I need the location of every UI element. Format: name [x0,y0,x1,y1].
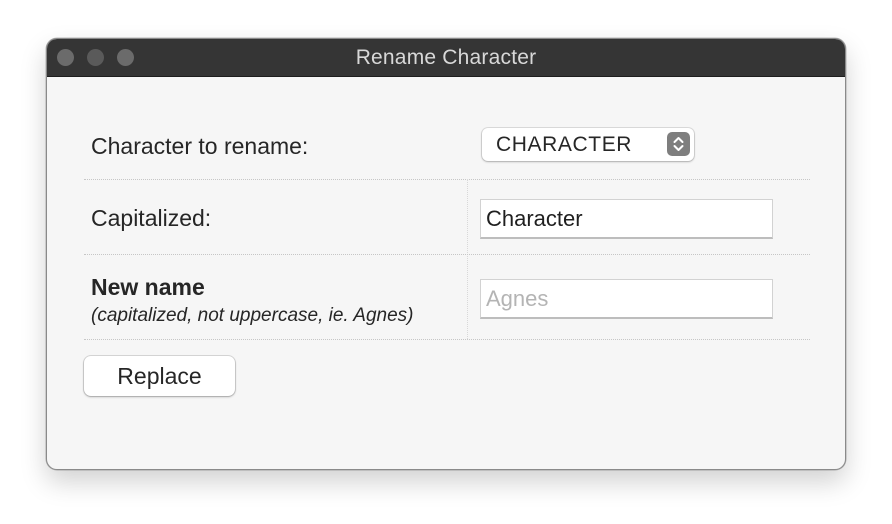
new-name-hint: (capitalized, not uppercase, ie. Agnes) [91,305,414,326]
window-title: Rename Character [355,46,537,69]
chevron-updown-icon [667,132,690,156]
title-bar[interactable]: Rename Character [47,39,845,77]
replace-button[interactable]: Replace [84,356,235,396]
character-popup-value: CHARACTER [496,133,633,156]
new-name-field[interactable]: Agnes [480,279,773,319]
row-divider [84,254,810,255]
character-to-rename-label: Character to rename: [91,133,309,159]
capitalized-field[interactable]: Character [480,199,773,239]
rename-character-window: Rename Character Character to rename: CH… [46,38,846,470]
new-name-label: New name [91,274,205,300]
capitalized-label: Capitalized: [91,205,212,231]
row-divider [84,179,810,180]
row-divider [84,339,810,340]
character-popup-button[interactable]: CHARACTER [482,128,694,161]
column-divider [467,179,468,339]
